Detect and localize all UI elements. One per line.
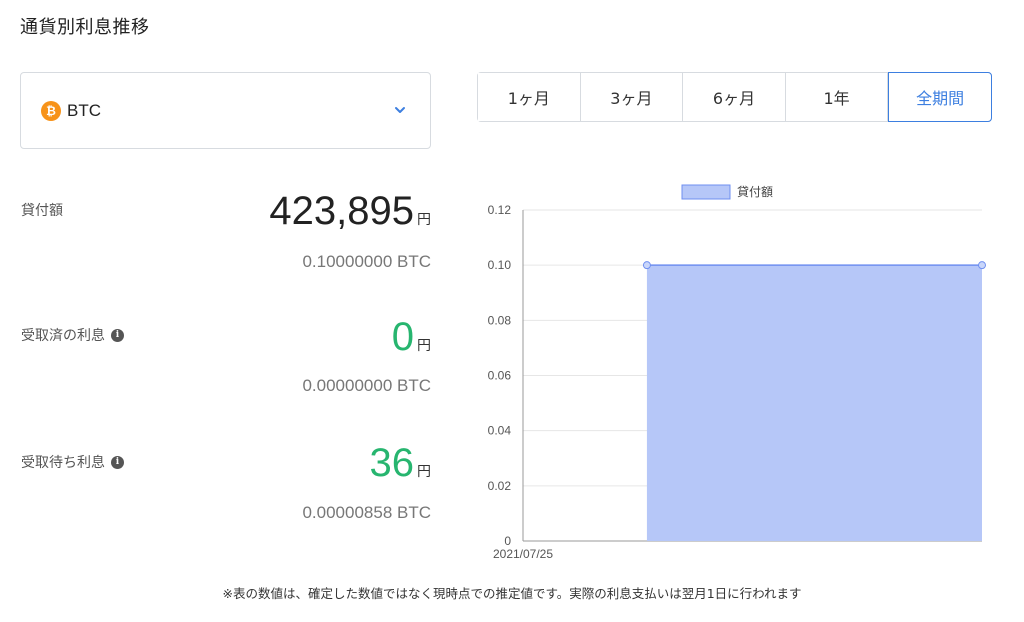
y-tick-label: 0.04 xyxy=(488,424,512,438)
currency-label: BTC xyxy=(67,100,101,120)
y-tick-label: 0.06 xyxy=(488,369,512,383)
area-fill xyxy=(646,265,982,541)
loan-amount-value: 423,895 円 xyxy=(269,191,431,231)
legend-label: 貸付額 xyxy=(737,184,773,199)
data-point[interactable] xyxy=(642,261,651,270)
loan-amount-number: 423,895 xyxy=(269,189,414,233)
y-tick-label: 0.12 xyxy=(488,203,512,217)
received-interest-label-text: 受取済の利息 xyxy=(21,328,105,344)
pending-interest-label-text: 受取待ち利息 xyxy=(21,455,105,471)
x-tick-label: 2021/07/25 xyxy=(493,547,553,561)
info-icon[interactable]: i xyxy=(111,328,124,342)
pending-interest-value: 36 円 xyxy=(370,443,432,483)
loan-chart-svg: 貸付額 0.12 0.10 0.08 0.06 0.04 0.02 0 2021/07/25 xyxy=(488,184,986,561)
page-title: 通貨別利息推移 xyxy=(20,17,150,38)
received-interest-unit: 円 xyxy=(417,338,431,354)
tab-3-months[interactable]: 3ヶ月 xyxy=(580,73,684,121)
pending-interest-number: 36 xyxy=(369,441,415,485)
footnote: ※表の数値は、確定した数値ではなく現時点での推定値です。実際の利息支払いは翌月1… xyxy=(222,586,802,601)
area-series xyxy=(642,261,986,541)
loan-amount-label: 貸付額 xyxy=(21,200,63,220)
loan-chart: 貸付額 0.12 0.10 0.08 0.06 0.04 0.02 0 2021/07/25 xyxy=(470,178,1000,573)
received-interest-value: 0 円 xyxy=(392,317,431,357)
received-interest-label: 受取済の利息 i xyxy=(21,325,124,345)
loan-amount-unit: 円 xyxy=(417,212,431,228)
tab-1-year[interactable]: 1年 xyxy=(785,73,889,121)
info-icon[interactable]: i xyxy=(111,455,124,469)
y-tick-label: 0.10 xyxy=(488,258,512,272)
y-tick-label: 0.02 xyxy=(488,479,512,493)
data-point[interactable] xyxy=(978,261,986,270)
tab-1-month[interactable]: 1ヶ月 xyxy=(478,73,581,121)
bitcoin-icon: ₿ xyxy=(41,100,61,121)
y-tick-label: 0 xyxy=(504,534,511,548)
tab-all-period[interactable]: 全期間 xyxy=(888,72,992,122)
received-interest-number: 0 xyxy=(391,315,414,359)
pending-interest-unit: 円 xyxy=(417,464,431,480)
x-axis-labels: 2021/07/25 xyxy=(493,547,553,561)
pending-interest-btc: 0.00000858 BTC xyxy=(302,503,431,522)
loan-amount-label-text: 貸付額 xyxy=(21,203,63,219)
chevron-down-icon xyxy=(395,107,405,113)
y-axis-ticks: 0.12 0.10 0.08 0.06 0.04 0.02 0 xyxy=(488,203,512,548)
period-tabs: 1ヶ月 3ヶ月 6ヶ月 1年 全期間 xyxy=(477,72,992,122)
loan-amount-btc: 0.10000000 BTC xyxy=(302,252,431,271)
received-interest-btc: 0.00000000 BTC xyxy=(302,376,431,395)
currency-select[interactable]: ₿ BTC xyxy=(20,72,431,149)
y-tick-label: 0.08 xyxy=(488,313,512,327)
legend-swatch xyxy=(681,184,731,200)
tab-6-months[interactable]: 6ヶ月 xyxy=(683,73,786,121)
pending-interest-label: 受取待ち利息 i xyxy=(21,452,124,472)
